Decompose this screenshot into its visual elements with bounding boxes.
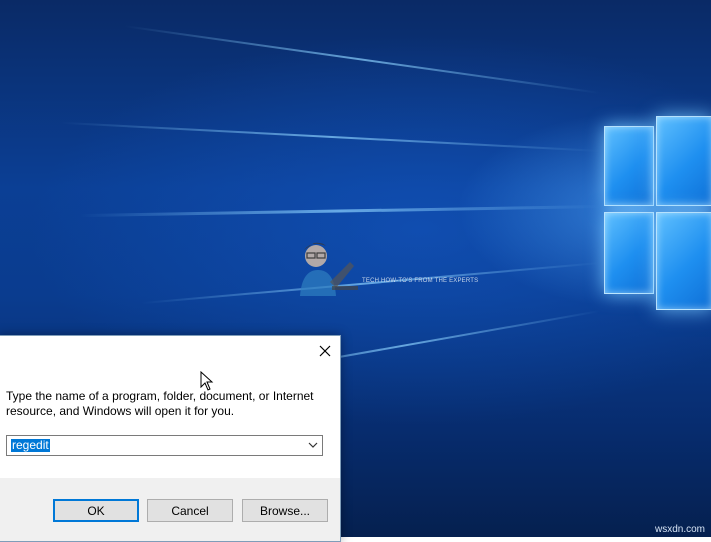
close-button[interactable] [316,342,334,360]
browse-button[interactable]: Browse... [242,499,328,522]
logo-pane-bottom-left [604,212,654,294]
mouse-cursor-icon [200,371,214,391]
run-dialog: Type the name of a program, folder, docu… [0,335,341,542]
cancel-button[interactable]: Cancel [147,499,233,522]
appuals-watermark: TECH HOW-TO'S FROM THE EXPERTS [292,238,478,298]
chevron-down-icon [308,442,318,448]
light-beam [80,205,601,218]
corner-watermark: wsxdn.com [654,524,705,535]
logo-pane-bottom-right [656,212,711,310]
light-beam [60,121,601,152]
run-prompt-text: Type the name of a program, folder, docu… [6,389,314,418]
ok-button[interactable]: OK [53,499,139,522]
windows-logo [600,112,711,312]
close-icon [319,345,331,357]
open-combobox[interactable]: regedit [6,435,323,456]
watermark-text: TECH HOW-TO'S FROM THE EXPERTS [362,278,479,284]
logo-pane-top-left [604,126,654,206]
dropdown-button[interactable] [304,436,322,455]
logo-pane-top-right [656,116,711,206]
mascot-icon [300,242,358,296]
open-input-value[interactable]: regedit [11,439,50,452]
light-beam [124,25,601,94]
dialog-button-bar: OK Cancel Browse... [0,478,340,541]
